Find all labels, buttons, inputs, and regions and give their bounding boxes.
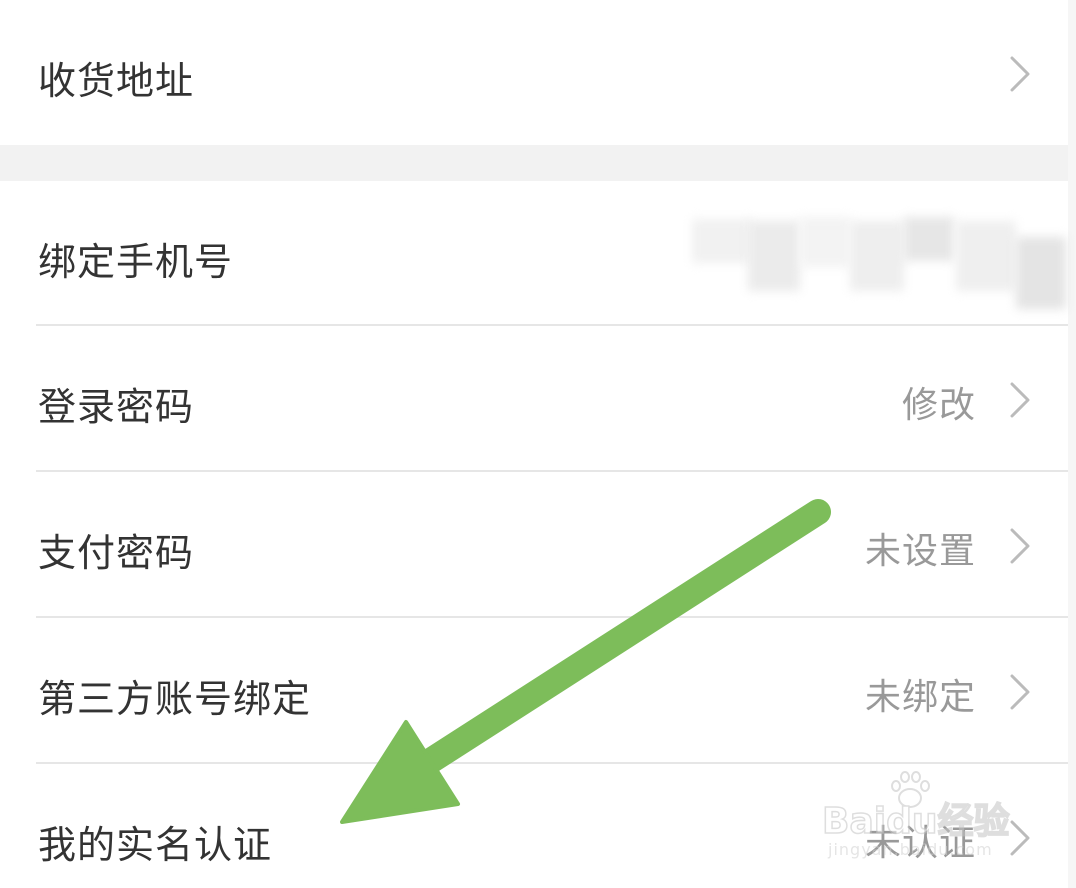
settings-row-address[interactable]: 收货地址	[0, 0, 1068, 145]
row-value-pay-password: 未设置	[864, 531, 976, 572]
row-value-third-party: 未绑定	[864, 677, 976, 718]
row-label-third-party: 第三方账号绑定	[38, 677, 312, 721]
row-label-address: 收货地址	[38, 59, 195, 103]
row-value-real-name: 未认证	[864, 823, 976, 864]
chevron-right-icon	[1010, 382, 1030, 418]
account-settings-page: 收货地址 绑定手机号 登录密码 修改 支付密码 未设置 第三方账号绑定 未绑定 …	[0, 0, 1076, 888]
chevron-right-icon	[1010, 528, 1030, 564]
settings-row-real-name[interactable]: 我的实名认证 未认证	[0, 764, 1068, 888]
settings-row-pay-password[interactable]: 支付密码 未设置	[0, 472, 1068, 616]
chevron-right-icon	[1010, 56, 1030, 92]
chevron-right-icon	[1010, 820, 1030, 856]
settings-row-third-party[interactable]: 第三方账号绑定 未绑定	[0, 618, 1068, 762]
section-separator	[0, 145, 1068, 181]
row-label-phone: 绑定手机号	[38, 240, 234, 284]
scroll-edge	[1068, 0, 1076, 888]
row-label-real-name: 我的实名认证	[38, 823, 273, 867]
row-value-login-password: 修改	[901, 385, 976, 426]
row-label-pay-password: 支付密码	[38, 531, 195, 575]
chevron-right-icon	[1010, 674, 1030, 710]
settings-row-phone[interactable]: 绑定手机号	[0, 181, 1068, 325]
settings-row-login-password[interactable]: 登录密码 修改	[0, 326, 1068, 470]
row-label-login-password: 登录密码	[38, 385, 195, 429]
